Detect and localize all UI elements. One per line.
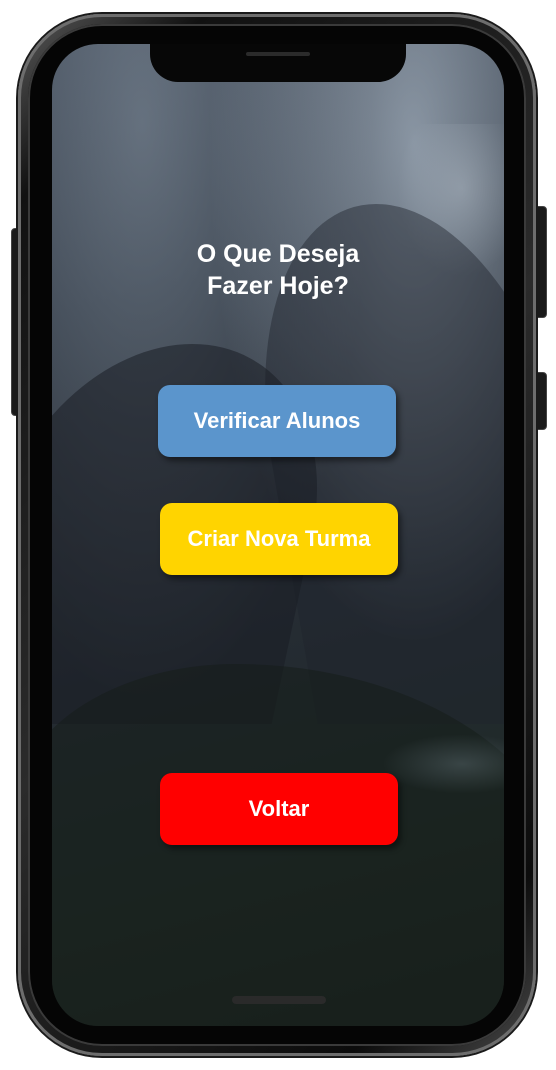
voltar-button[interactable]: Voltar bbox=[160, 773, 398, 845]
page-title-line-1: O Que Deseja bbox=[196, 240, 360, 268]
background-river bbox=[382, 734, 504, 794]
verificar-alunos-button[interactable]: Verificar Alunos bbox=[158, 385, 396, 457]
criar-nova-turma-button[interactable]: Criar Nova Turma bbox=[160, 503, 398, 575]
page-title: O Que Deseja Fazer Hoje? bbox=[52, 238, 504, 302]
background-valley bbox=[52, 664, 504, 1026]
page-title-line-2: Fazer Hoje? bbox=[207, 272, 349, 300]
speaker-grille bbox=[246, 52, 310, 56]
phone-notch bbox=[150, 44, 406, 82]
home-indicator[interactable] bbox=[232, 996, 326, 1004]
